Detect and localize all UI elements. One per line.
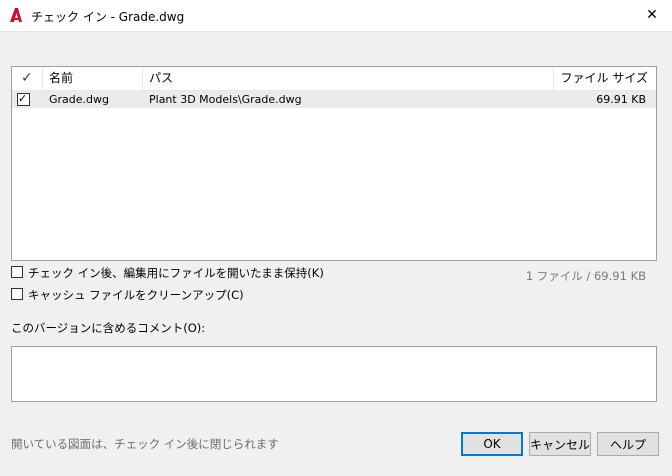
- table-row[interactable]: ✓ Grade.dwg Plant 3D Models\Grade.dwg 69…: [12, 91, 656, 108]
- row-checkbox[interactable]: ✓: [17, 92, 30, 106]
- help-button[interactable]: ヘルプ: [597, 432, 659, 456]
- comment-label: このバージョンに含めるコメント(O):: [11, 321, 206, 335]
- cancel-button[interactable]: キャンセル: [529, 432, 591, 456]
- ok-button[interactable]: OK: [461, 432, 523, 456]
- row-file-size: 69.91 KB: [596, 93, 646, 106]
- close-button[interactable]: ✕: [640, 4, 664, 26]
- footer-note: 開いている図面は、チェック イン後に閉じられます: [11, 437, 279, 451]
- title-bar: チェック イン - Grade.dwg ✕: [0, 0, 672, 32]
- file-list[interactable]: ✓ 名前 パス ファイル サイズ ✓ Grade.dwg Plant 3D Mo…: [11, 66, 657, 261]
- close-icon: ✕: [646, 7, 658, 23]
- column-header-check[interactable]: ✓: [12, 67, 43, 90]
- autocad-logo-icon: [10, 8, 22, 22]
- file-summary: 1 ファイル / 69.91 KB: [525, 269, 646, 283]
- keep-open-checkbox[interactable]: [11, 266, 23, 278]
- row-file-path: Plant 3D Models\Grade.dwg: [149, 93, 302, 106]
- checkbox-checked-icon: ✓: [18, 92, 28, 105]
- row-file-name: Grade.dwg: [49, 93, 109, 106]
- column-header-name[interactable]: 名前: [43, 67, 143, 90]
- column-header-size[interactable]: ファイル サイズ: [554, 67, 656, 90]
- window-title: チェック イン - Grade.dwg: [31, 10, 185, 24]
- keep-open-label: チェック イン後、編集用にファイルを開いたまま保持(K): [28, 266, 324, 280]
- clean-cache-label: キャッシュ ファイルをクリーンアップ(C): [28, 288, 244, 302]
- list-header: ✓ 名前 パス ファイル サイズ: [12, 67, 656, 91]
- comment-input[interactable]: [11, 346, 657, 402]
- column-header-path[interactable]: パス: [143, 67, 554, 90]
- clean-cache-checkbox[interactable]: [11, 288, 23, 300]
- checkmark-icon: ✓: [21, 70, 33, 86]
